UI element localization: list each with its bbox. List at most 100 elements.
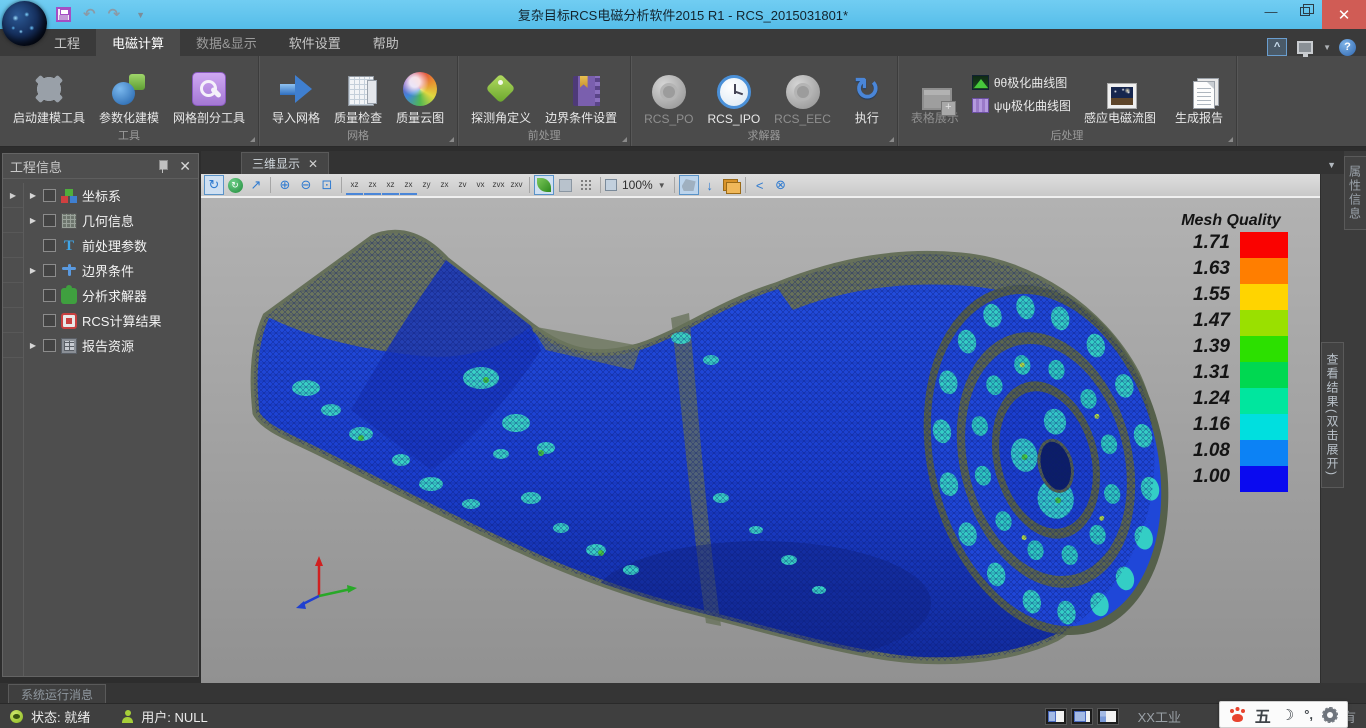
pin-icon[interactable] [158, 160, 167, 173]
import-mesh-button[interactable]: 导入网格 [265, 60, 327, 128]
checkbox[interactable] [43, 189, 56, 202]
close-button[interactable]: ✕ [1322, 0, 1366, 29]
view-iso3-button[interactable]: zvx [490, 175, 507, 195]
ime-logo-icon[interactable] [1230, 708, 1245, 722]
tab-3d-display[interactable]: 三维显示 ✕ [241, 152, 329, 174]
table-display-button[interactable]: 表格展示 [904, 60, 966, 128]
tree-item-boundary-conditions[interactable]: ▶ 边界条件 [24, 258, 198, 283]
view-iso2-button[interactable]: vx [472, 175, 489, 195]
tree-item-rcs-results[interactable]: RCS计算结果 [24, 308, 198, 333]
layout-split-panel-icon[interactable] [1098, 709, 1118, 724]
clear-view-button[interactable]: ⊗ [771, 175, 791, 195]
layout-wide-panel-icon[interactable] [1072, 709, 1092, 724]
view-iso4-button[interactable]: zxv [508, 175, 525, 195]
collapse-ribbon-button[interactable]: ^ [1267, 38, 1287, 56]
zoom-dropdown-icon[interactable]: ▼ [658, 181, 666, 190]
launch-modeling-tool-button[interactable]: 启动建模工具 [6, 60, 92, 128]
view-zx3-button[interactable]: zx [436, 175, 453, 195]
drop-down-button[interactable]: ↓ [700, 175, 720, 195]
ime-mode-label[interactable]: 五 [1255, 703, 1271, 727]
display-dropdown-icon[interactable]: ▼ [1323, 43, 1331, 52]
view-xz2-button[interactable]: xz [382, 175, 399, 195]
probe-angle-define-button[interactable]: 探测角定义 [464, 60, 538, 128]
ime-settings-gear-icon[interactable] [1323, 708, 1337, 722]
checkbox[interactable] [43, 239, 56, 252]
dialog-launcher-icon[interactable] [622, 137, 627, 142]
expander-icon[interactable]: ▶ [28, 266, 38, 275]
tab-project[interactable]: 工程 [38, 29, 96, 56]
rcs-ipo-button[interactable]: RCS_IPO [700, 60, 767, 128]
parametric-modeling-button[interactable]: 参数化建模 [92, 60, 166, 128]
restore-button[interactable] [1288, 0, 1322, 22]
tab-list-dropdown-icon[interactable]: ▼ [1327, 160, 1336, 174]
viewport-canvas[interactable]: Mesh Quality 1.71 1.63 1.55 1.47 1.39 1.… [201, 198, 1320, 683]
generate-report-button[interactable]: 生成报告 [1168, 60, 1230, 128]
rotate-view-button[interactable]: ↻ [204, 175, 224, 195]
system-messages-tab[interactable]: 系统运行消息 [8, 684, 106, 703]
expander-icon[interactable]: ▶ [28, 341, 38, 350]
dialog-launcher-icon[interactable] [449, 137, 454, 142]
points-mode-button[interactable] [576, 175, 596, 195]
tab-data-display[interactable]: 数据&显示 [180, 29, 273, 56]
app-logo-icon[interactable] [2, 1, 47, 46]
dialog-launcher-icon[interactable] [250, 137, 255, 142]
expander-icon[interactable]: ▶ [28, 191, 38, 200]
copy-view-button[interactable] [721, 175, 741, 195]
rcs-eec-button[interactable]: RCS_EEC [767, 60, 838, 128]
execute-button[interactable]: ↻ 执行 [843, 60, 891, 128]
results-tab[interactable]: 查看结果(双击展开) [1321, 342, 1344, 488]
help-button[interactable]: ? [1339, 39, 1356, 56]
dialog-launcher-icon[interactable] [1228, 137, 1233, 142]
minimize-button[interactable]: — [1254, 0, 1288, 22]
view-zy-button[interactable]: zy [418, 175, 435, 195]
boundary-condition-settings-button[interactable]: 边界条件设置 [538, 60, 624, 128]
mesh-partition-tool-button[interactable]: 网格剖分工具 [166, 60, 252, 128]
tree-item-geometry-info[interactable]: ▶ 几何信息 [24, 208, 198, 233]
zoom-out-button[interactable]: ⊖ [296, 175, 316, 195]
close-icon[interactable]: ✕ [179, 159, 191, 173]
tree-item-coordinate-system[interactable]: ▶ 坐标系 [24, 183, 198, 208]
zoom-in-button[interactable]: ⊕ [275, 175, 295, 195]
induced-em-current-map-button[interactable]: 感应电磁流图 [1077, 60, 1163, 128]
legend-swatch [1240, 310, 1288, 336]
view-xz-button[interactable]: xz [346, 175, 363, 195]
checkbox[interactable] [43, 289, 56, 302]
expander-icon[interactable]: ▶ [28, 216, 38, 225]
quality-check-button[interactable]: 质量检查 [327, 60, 389, 128]
quality-cloud-map-button[interactable]: 质量云图 [389, 60, 451, 128]
checkbox[interactable] [43, 214, 56, 227]
view-zx-button[interactable]: zx [364, 175, 381, 195]
share-button[interactable]: < [750, 175, 770, 195]
puzzle-icon [61, 288, 77, 304]
checkbox[interactable] [43, 264, 56, 277]
tree-item-report-resources[interactable]: ▶ 报告资源 [24, 333, 198, 358]
tree-item-preprocess-params[interactable]: T 前处理参数 [24, 233, 198, 258]
view-zx2-button[interactable]: zx [400, 175, 417, 195]
wireframe-mode-button[interactable] [555, 175, 575, 195]
view-iso1-button[interactable]: zv [454, 175, 471, 195]
gutter-expander-icon[interactable]: ▶ [3, 183, 23, 208]
tree-item-analysis-solver[interactable]: 分析求解器 [24, 283, 198, 308]
zoom-window-button[interactable]: ⊡ [317, 175, 337, 195]
close-tab-icon[interactable]: ✕ [308, 157, 318, 171]
ime-punctuation-icon[interactable]: °, [1304, 707, 1313, 722]
dialog-launcher-icon[interactable] [889, 137, 894, 142]
tab-help[interactable]: 帮助 [357, 29, 415, 56]
layout-left-panel-icon[interactable] [1046, 709, 1066, 724]
checkbox[interactable] [43, 339, 56, 352]
ime-halfwidth-icon[interactable]: ☽ [1281, 706, 1294, 724]
checkbox[interactable] [43, 314, 56, 327]
tab-software-settings[interactable]: 软件设置 [273, 29, 357, 56]
zoom-extents-button[interactable]: ↗ [246, 175, 266, 195]
psi-polarization-curve-button[interactable]: ψψ极化曲线图 [972, 97, 1071, 114]
shaded-mode-button[interactable] [534, 175, 554, 195]
select-polygon-button[interactable] [679, 175, 699, 195]
rcs-po-button[interactable]: RCS_PO [637, 60, 700, 128]
orbit-button[interactable]: ↻ [225, 175, 245, 195]
tab-em-compute[interactable]: 电磁计算 [96, 29, 180, 56]
theta-polarization-curve-button[interactable]: θθ极化曲线图 [972, 74, 1071, 91]
legend-title: Mesh Quality [1164, 212, 1298, 230]
table-window-icon [922, 88, 952, 110]
display-switch-button[interactable] [1295, 38, 1315, 56]
properties-tab[interactable]: 属性信息 [1344, 156, 1366, 230]
